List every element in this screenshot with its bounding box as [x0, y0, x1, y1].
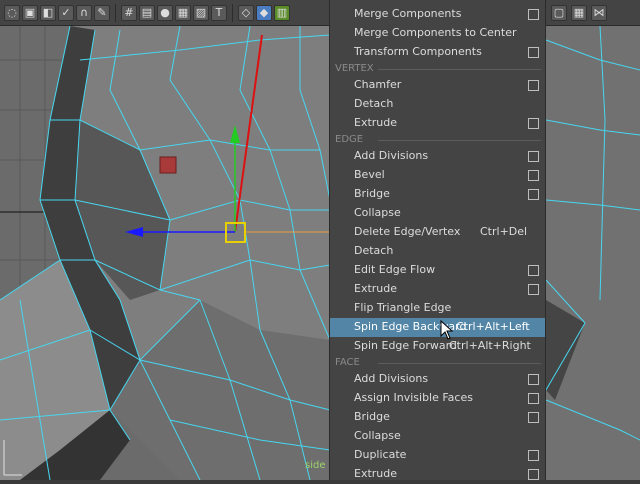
- menu-item-label: Extrude: [354, 116, 398, 129]
- view-label: side: [305, 460, 326, 471]
- xray-icon[interactable]: ▥: [274, 4, 290, 21]
- section-header-label: EDGE: [335, 134, 364, 145]
- menu-item-extrude[interactable]: Extrude: [330, 114, 545, 133]
- option-box-icon[interactable]: [528, 265, 539, 276]
- menu-item-label: Extrude: [354, 282, 398, 295]
- section-header-label: FACE: [335, 357, 360, 368]
- option-box-icon[interactable]: [528, 374, 539, 385]
- menu-item-merge-components[interactable]: Merge Components: [330, 5, 545, 24]
- section-header-label: VERTEX: [335, 63, 374, 74]
- section-divider: [378, 140, 541, 141]
- option-box-icon[interactable]: [528, 47, 539, 58]
- menu-item-shortcut: Ctrl+Alt+Left: [456, 320, 530, 333]
- menu-item-collapse[interactable]: Collapse: [330, 204, 545, 223]
- mouse-cursor-icon: [440, 320, 454, 340]
- menu-item-label: Detach: [354, 97, 394, 110]
- panel-icon[interactable]: ▢: [551, 4, 567, 21]
- film-icon[interactable]: ▤: [139, 4, 155, 21]
- vertex-snap-icon[interactable]: ✓: [58, 4, 74, 21]
- text-icon[interactable]: T: [211, 4, 227, 21]
- layout-icon[interactable]: ▦: [571, 4, 587, 21]
- option-box-icon[interactable]: [528, 412, 539, 423]
- menu-item-add-divisions[interactable]: Add Divisions: [330, 147, 545, 166]
- menu-item-label: Assign Invisible Faces: [354, 391, 473, 404]
- menu-item-label: Collapse: [354, 206, 401, 219]
- menu-item-label: Transform Components: [354, 45, 482, 58]
- network-icon[interactable]: ⋈: [591, 4, 607, 21]
- cube-shaded-icon[interactable]: ◆: [256, 4, 272, 21]
- menu-item-flip-triangle-edge[interactable]: Flip Triangle Edge: [330, 299, 545, 318]
- option-box-icon[interactable]: [528, 284, 539, 295]
- menu-item-edit-edge-flow[interactable]: Edit Edge Flow: [330, 261, 545, 280]
- menu-item-spin-edge-backward[interactable]: Spin Edge Backward Ctrl+Alt+Left: [330, 318, 545, 337]
- section-header-edge: EDGE: [330, 133, 545, 147]
- option-box-icon[interactable]: [528, 118, 539, 129]
- menu-item-label: Bevel: [354, 168, 385, 181]
- sphere-icon[interactable]: ●: [157, 4, 173, 21]
- menu-item-label: Flip Triangle Edge: [354, 301, 452, 314]
- option-box-icon[interactable]: [528, 9, 539, 20]
- brush-icon[interactable]: ✎: [94, 4, 110, 21]
- menu-item-detach[interactable]: Detach: [330, 95, 545, 114]
- menu-item-label: Delete Edge/Vertex: [354, 225, 461, 238]
- option-box-icon[interactable]: [528, 393, 539, 404]
- toolbar-divider: [115, 3, 116, 22]
- menu-item-label: Merge Components to Center: [354, 26, 517, 39]
- section-divider: [378, 363, 541, 364]
- menu-item-label: Add Divisions: [354, 149, 429, 162]
- menu-item-label: Merge Components: [354, 7, 462, 20]
- option-box-icon[interactable]: [528, 80, 539, 91]
- panel-toolbar: ▢ ▦ ⋈: [545, 0, 640, 26]
- menu-item-extrude[interactable]: Extrude: [330, 465, 545, 484]
- option-box-icon[interactable]: [528, 151, 539, 162]
- menu-item-label: Chamfer: [354, 78, 402, 91]
- menu-item-label: Spin Edge Forward: [354, 339, 457, 352]
- option-box-icon[interactable]: [528, 469, 539, 480]
- menu-item-collapse[interactable]: Collapse: [330, 427, 545, 446]
- menu-item-label: Add Divisions: [354, 372, 429, 385]
- menu-item-shortcut: Ctrl+Alt+Right: [449, 339, 531, 352]
- menu-item-assign-invisible-faces[interactable]: Assign Invisible Faces: [330, 389, 545, 408]
- shelf-toolbar: ◌ ▣ ◧ ✓ ∩ ✎ # ▤ ● ▦ ▨ T ◇ ◆ ▥: [0, 0, 330, 26]
- menu-item-chamfer[interactable]: Chamfer: [330, 76, 545, 95]
- menu-item-label: Bridge: [354, 410, 390, 423]
- menu-item-label: Bridge: [354, 187, 390, 200]
- menu-item-label: Duplicate: [354, 448, 407, 461]
- menu-item-detach[interactable]: Detach: [330, 242, 545, 261]
- menu-item-add-divisions[interactable]: Add Divisions: [330, 370, 545, 389]
- menu-item-label: Detach: [354, 244, 394, 257]
- cube-icon[interactable]: ◇: [238, 4, 254, 21]
- edit-mesh-menu: Merge Components Merge Components to Cent…: [329, 0, 546, 480]
- menu-item-label: Extrude: [354, 467, 398, 480]
- toolbar-divider: [232, 3, 233, 22]
- option-box-icon[interactable]: [528, 170, 539, 181]
- menu-item-spin-edge-forward[interactable]: Spin Edge Forward Ctrl+Alt+Right: [330, 337, 545, 356]
- magnet-icon[interactable]: ∩: [76, 4, 92, 21]
- menu-item-extrude[interactable]: Extrude: [330, 280, 545, 299]
- section-header-face: FACE: [330, 356, 545, 370]
- sculpt-icon[interactable]: ◧: [40, 4, 56, 21]
- menu-item-label: Collapse: [354, 429, 401, 442]
- option-box-icon[interactable]: [528, 189, 539, 200]
- menu-item-merge-components-to-center[interactable]: Merge Components to Center: [330, 24, 545, 43]
- menu-item-bevel[interactable]: Bevel: [330, 166, 545, 185]
- menu-item-bridge[interactable]: Bridge: [330, 408, 545, 427]
- lasso-icon[interactable]: ◌: [4, 4, 20, 21]
- grid-icon[interactable]: #: [121, 4, 137, 21]
- menu-item-duplicate[interactable]: Duplicate: [330, 446, 545, 465]
- image-icon[interactable]: ▨: [193, 4, 209, 21]
- menu-item-delete-edge-vertex[interactable]: Delete Edge/Vertex Ctrl+Del: [330, 223, 545, 242]
- menu-item-shortcut: Ctrl+Del: [480, 225, 528, 238]
- menu-item-label: Edit Edge Flow: [354, 263, 436, 276]
- paint-select-icon[interactable]: ▣: [22, 4, 38, 21]
- section-divider: [378, 69, 541, 70]
- menu-item-transform-components[interactable]: Transform Components: [330, 43, 545, 62]
- checker-icon[interactable]: ▦: [175, 4, 191, 21]
- menu-item-bridge[interactable]: Bridge: [330, 185, 545, 204]
- section-header-vertex: VERTEX: [330, 62, 545, 76]
- option-box-icon[interactable]: [528, 450, 539, 461]
